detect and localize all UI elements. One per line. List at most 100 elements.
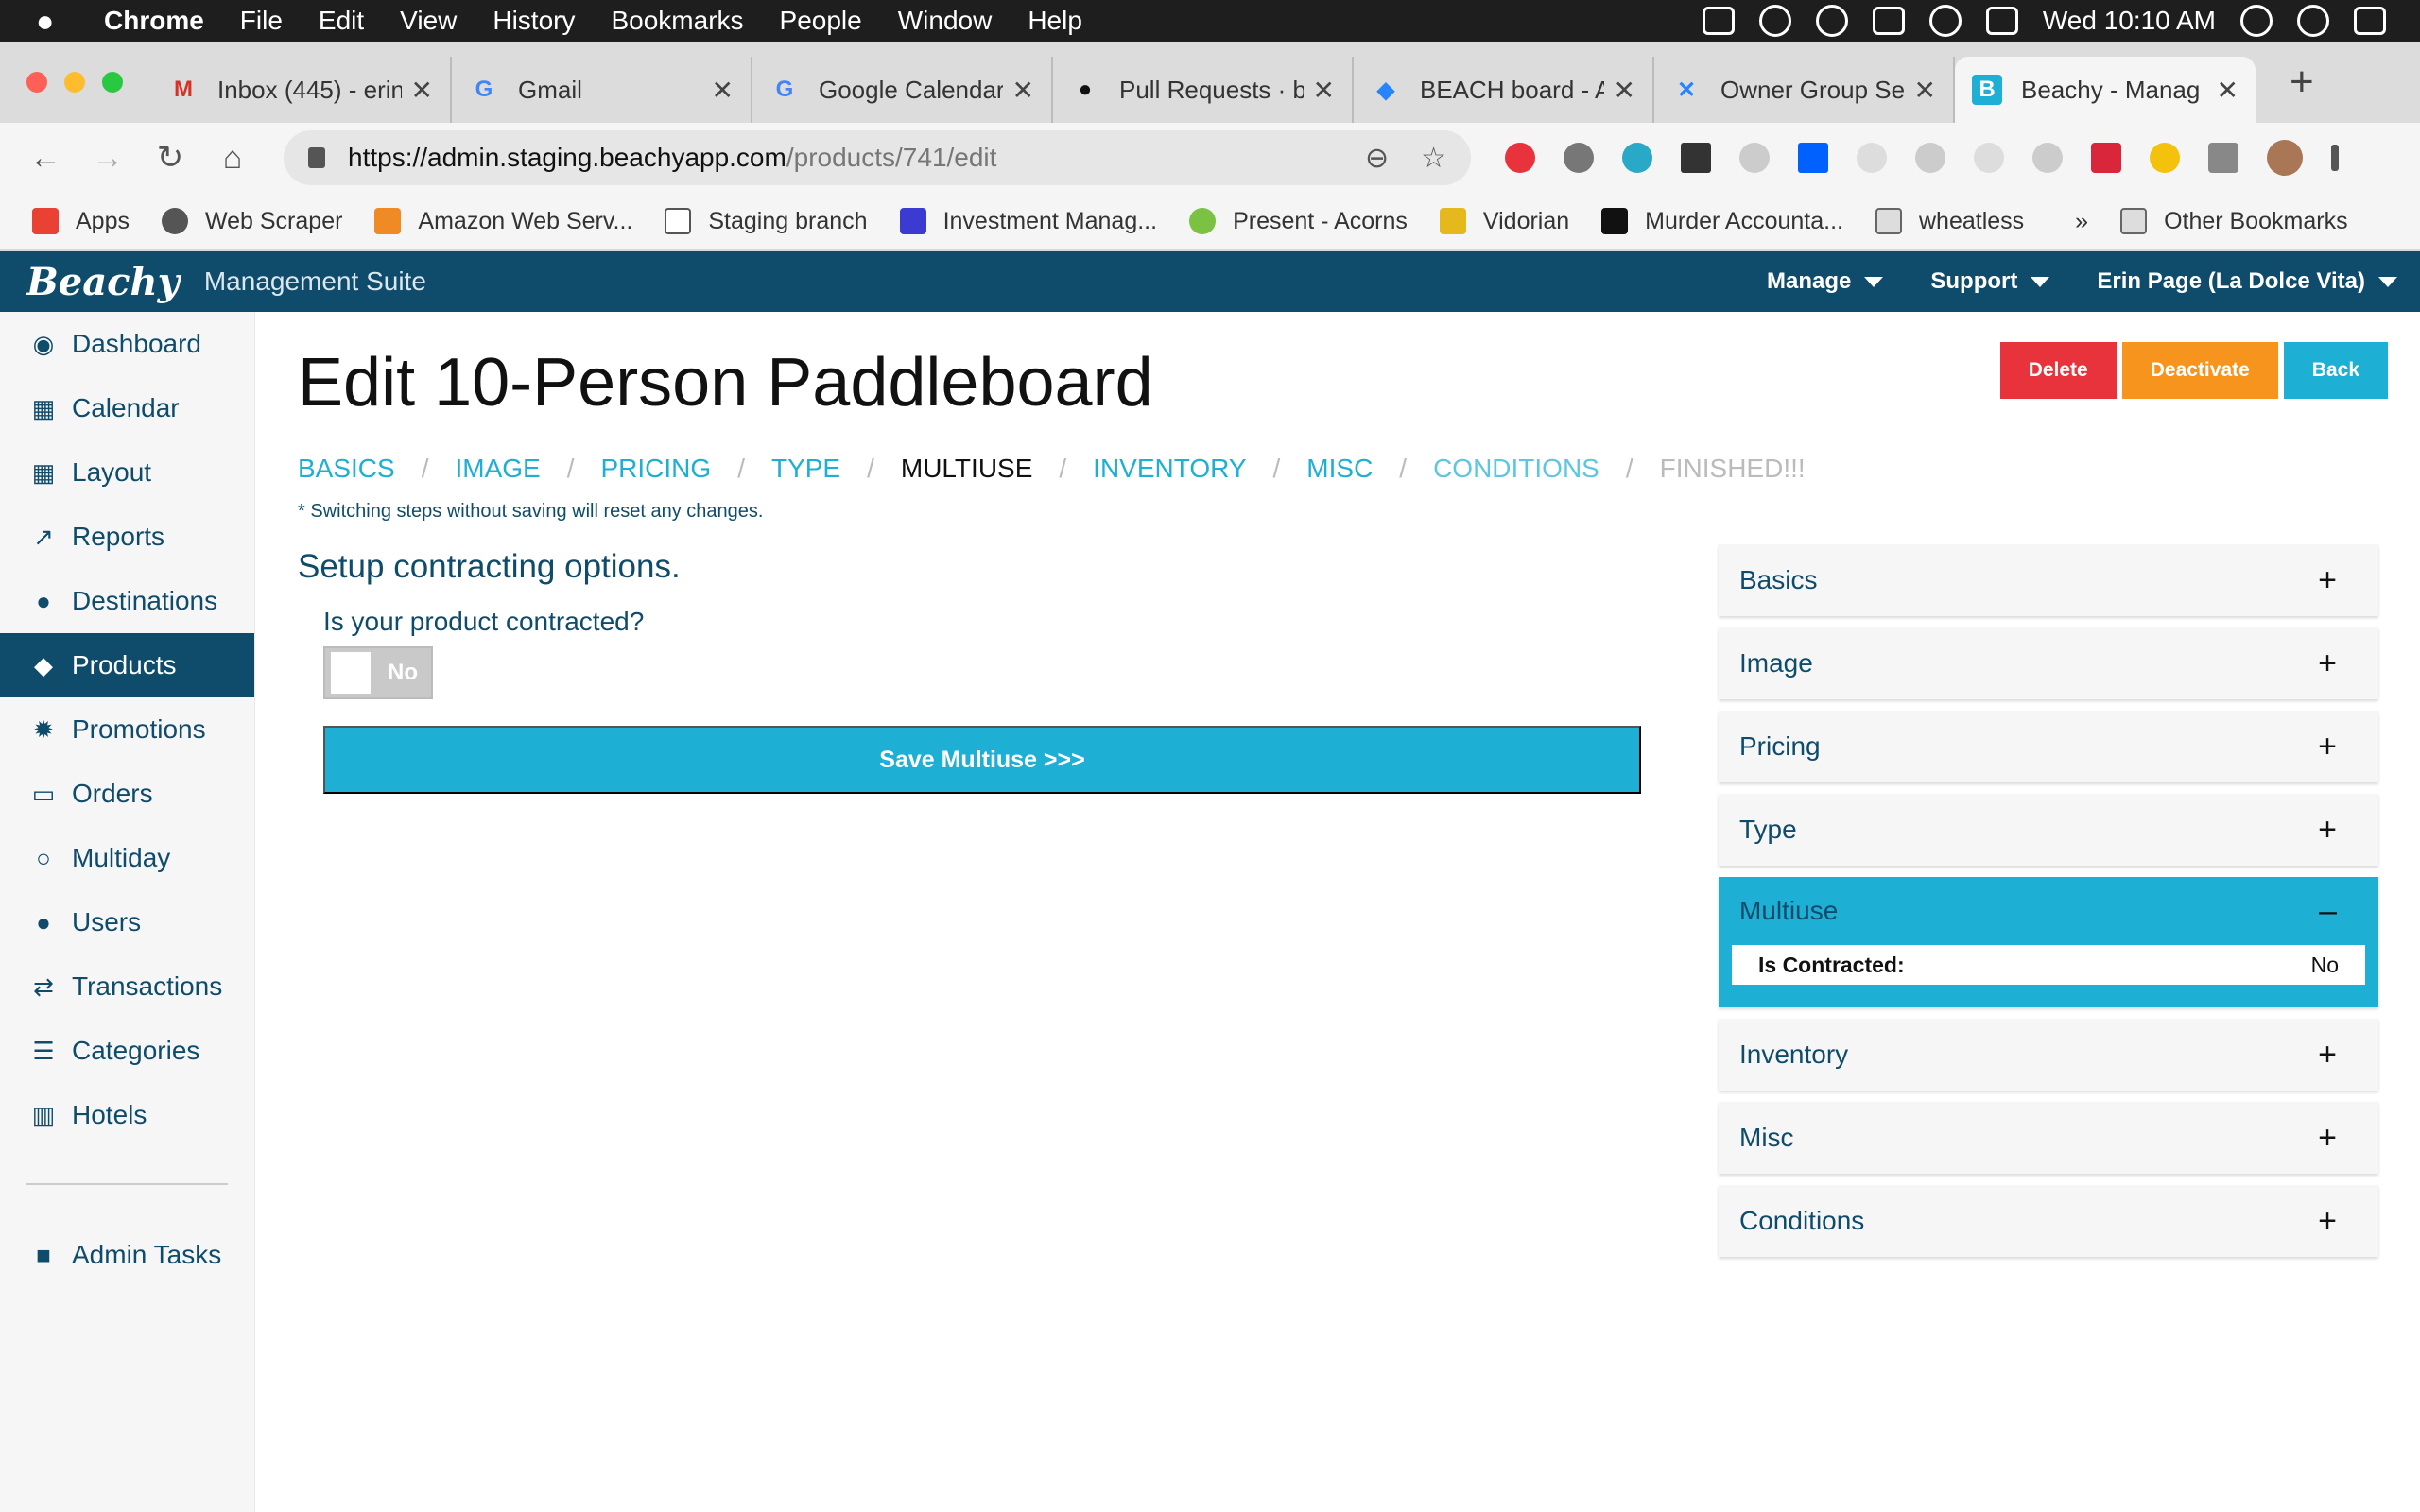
sidebar-item-admin-tasks[interactable]: ■ Admin Tasks bbox=[0, 1223, 254, 1287]
beachy-logo[interactable]: Beachy bbox=[26, 260, 180, 304]
sidebar-item-products[interactable]: ◆ Products bbox=[0, 633, 254, 697]
react-extension-icon[interactable] bbox=[1622, 143, 1652, 173]
bookmark-other[interactable]: Other Bookmarks bbox=[2120, 208, 2348, 235]
tab-google-calendar[interactable]: G Google Calendar ✕ bbox=[752, 57, 1053, 123]
tab-beach-board[interactable]: ◆ BEACH board - A ✕ bbox=[1354, 57, 1654, 123]
extension-circle-icon[interactable] bbox=[1739, 143, 1770, 173]
sidebar-item-transactions[interactable]: ⇄ Transactions bbox=[0, 954, 254, 1019]
tab-pull-requests[interactable]: ● Pull Requests · b ✕ bbox=[1053, 57, 1354, 123]
menu-history[interactable]: History bbox=[493, 6, 575, 36]
accordion-pricing[interactable]: Pricing + bbox=[1719, 711, 2378, 782]
minimize-window-icon[interactable] bbox=[64, 72, 85, 93]
menu-app-name[interactable]: Chrome bbox=[104, 6, 204, 36]
siri-icon[interactable] bbox=[2297, 5, 2329, 37]
menu-bookmarks[interactable]: Bookmarks bbox=[611, 6, 743, 36]
accordion-image[interactable]: Image + bbox=[1719, 627, 2378, 699]
delete-button[interactable]: Delete bbox=[1999, 342, 2117, 399]
battery-icon[interactable] bbox=[1985, 7, 2018, 35]
link-icon[interactable] bbox=[1872, 7, 1905, 35]
bookmark-vidorian[interactable]: Vidorian bbox=[1439, 208, 1569, 235]
step-conditions[interactable]: CONDITIONS bbox=[1433, 454, 1599, 484]
accordion-conditions[interactable]: Conditions + bbox=[1719, 1185, 2378, 1257]
forward-arrow-icon[interactable]: → bbox=[91, 140, 125, 177]
dropbox-extension-icon[interactable] bbox=[1798, 143, 1828, 173]
home-icon[interactable]: ⌂ bbox=[216, 140, 250, 177]
sidebar-item-multiday[interactable]: ○ Multiday bbox=[0, 826, 254, 890]
accordion-inventory[interactable]: Inventory + bbox=[1719, 1019, 2378, 1091]
back-button[interactable]: Back bbox=[2283, 342, 2388, 399]
tab-gmail[interactable]: G Gmail ✕ bbox=[452, 57, 752, 123]
support-menu[interactable]: Support bbox=[1930, 268, 2050, 295]
close-tab-icon[interactable]: ✕ bbox=[1313, 75, 1335, 106]
adblock-extension-icon[interactable] bbox=[1505, 143, 1535, 173]
user-menu[interactable]: Erin Page (La Dolce Vita) bbox=[2097, 268, 2397, 295]
bookmark-murder-accountability[interactable]: Murder Accounta... bbox=[1601, 208, 1843, 235]
move-icon[interactable] bbox=[1815, 5, 1848, 37]
bookmark-wheatless[interactable]: wheatless bbox=[1876, 208, 2024, 235]
accordion-basics[interactable]: Basics + bbox=[1719, 544, 2378, 616]
close-tab-icon[interactable]: ✕ bbox=[411, 75, 433, 106]
save-multiuse-button[interactable]: Save Multiuse >>> bbox=[323, 726, 1641, 794]
sidebar-item-layout[interactable]: ▦ Layout bbox=[0, 440, 254, 505]
close-tab-icon[interactable]: ✕ bbox=[712, 75, 734, 106]
reload-icon[interactable]: ↻ bbox=[153, 139, 187, 177]
profile-avatar[interactable] bbox=[2267, 140, 2303, 176]
bookmark-aws[interactable]: Amazon Web Serv... bbox=[374, 208, 632, 235]
tab-inbox[interactable]: M Inbox (445) - erin ✕ bbox=[151, 57, 452, 123]
cast-extension-icon[interactable] bbox=[1857, 143, 1887, 173]
menubar-clock[interactable]: Wed 10:10 AM bbox=[2043, 6, 2216, 36]
accordion-misc[interactable]: Misc + bbox=[1719, 1102, 2378, 1174]
sidebar-item-promotions[interactable]: ✹ Promotions bbox=[0, 697, 254, 762]
extension-target-icon[interactable] bbox=[2032, 143, 2063, 173]
deactivate-button[interactable]: Deactivate bbox=[2121, 342, 2278, 399]
bookmark-web-scraper[interactable]: Web Scraper bbox=[161, 208, 342, 235]
spotlight-search-icon[interactable] bbox=[2240, 5, 2273, 37]
camera-extension-icon[interactable] bbox=[2208, 143, 2238, 173]
sidebar-item-categories[interactable]: ☰ Categories bbox=[0, 1019, 254, 1083]
step-misc[interactable]: MISC bbox=[1306, 454, 1373, 484]
bookmark-acorns[interactable]: Present - Acorns bbox=[1189, 208, 1408, 235]
menu-view[interactable]: View bbox=[400, 6, 457, 36]
bookmark-staging-branch[interactable]: Staging branch bbox=[665, 208, 868, 235]
status-circle-icon[interactable] bbox=[1758, 5, 1791, 37]
tab-owner-group[interactable]: ✕ Owner Group Se ✕ bbox=[1654, 57, 1955, 123]
bookmark-apps[interactable]: Apps bbox=[32, 208, 130, 235]
bookmark-investment[interactable]: Investment Manag... bbox=[899, 208, 1157, 235]
notification-center-icon[interactable] bbox=[2354, 7, 2386, 35]
menu-file[interactable]: File bbox=[240, 6, 283, 36]
close-tab-icon[interactable]: ✕ bbox=[2217, 75, 2238, 106]
json-extension-icon[interactable] bbox=[1681, 143, 1711, 173]
wifi-icon[interactable] bbox=[1928, 5, 1962, 37]
close-tab-icon[interactable]: ✕ bbox=[1614, 75, 1635, 106]
step-image[interactable]: IMAGE bbox=[455, 454, 540, 484]
sidebar-item-calendar[interactable]: ▦ Calendar bbox=[0, 376, 254, 440]
extension-grid-icon[interactable] bbox=[1974, 143, 2004, 173]
back-arrow-icon[interactable]: ← bbox=[28, 140, 62, 177]
menu-edit[interactable]: Edit bbox=[319, 6, 364, 36]
accordion-type[interactable]: Type + bbox=[1719, 794, 2378, 866]
step-type[interactable]: TYPE bbox=[771, 454, 840, 484]
zoom-icon[interactable]: ⊖ bbox=[1365, 142, 1389, 175]
night-mode-extension-icon[interactable] bbox=[2150, 143, 2180, 173]
sidebar-item-users[interactable]: ● Users bbox=[0, 890, 254, 954]
accordion-multiuse-header[interactable]: Multiuse – bbox=[1732, 877, 2365, 945]
close-tab-icon[interactable]: ✕ bbox=[1012, 75, 1034, 106]
contracted-toggle[interactable]: No bbox=[323, 646, 433, 699]
bookmark-star-icon[interactable]: ☆ bbox=[1421, 142, 1446, 175]
more-bookmarks-chevron[interactable]: » bbox=[2075, 208, 2088, 235]
todo-extension-icon[interactable] bbox=[2091, 143, 2121, 173]
sidebar-item-orders[interactable]: ▭ Orders bbox=[0, 762, 254, 826]
apple-icon[interactable]: ● bbox=[36, 4, 70, 38]
zoom-window-icon[interactable] bbox=[102, 72, 123, 93]
menu-help[interactable]: Help bbox=[1028, 6, 1082, 36]
close-tab-icon[interactable]: ✕ bbox=[1914, 75, 1936, 106]
step-pricing[interactable]: PRICING bbox=[601, 454, 712, 484]
tab-beachy[interactable]: B Beachy - Manag ✕ bbox=[1955, 57, 2256, 123]
close-window-icon[interactable] bbox=[26, 72, 47, 93]
new-tab-icon[interactable]: + bbox=[2290, 59, 2314, 106]
dropbox-status-icon[interactable] bbox=[1702, 7, 1735, 35]
ublock-extension-icon[interactable] bbox=[1915, 143, 1945, 173]
manage-menu[interactable]: Manage bbox=[1767, 268, 1884, 295]
sidebar-item-destinations[interactable]: ● Destinations bbox=[0, 569, 254, 633]
sidebar-item-reports[interactable]: ↗ Reports bbox=[0, 505, 254, 569]
